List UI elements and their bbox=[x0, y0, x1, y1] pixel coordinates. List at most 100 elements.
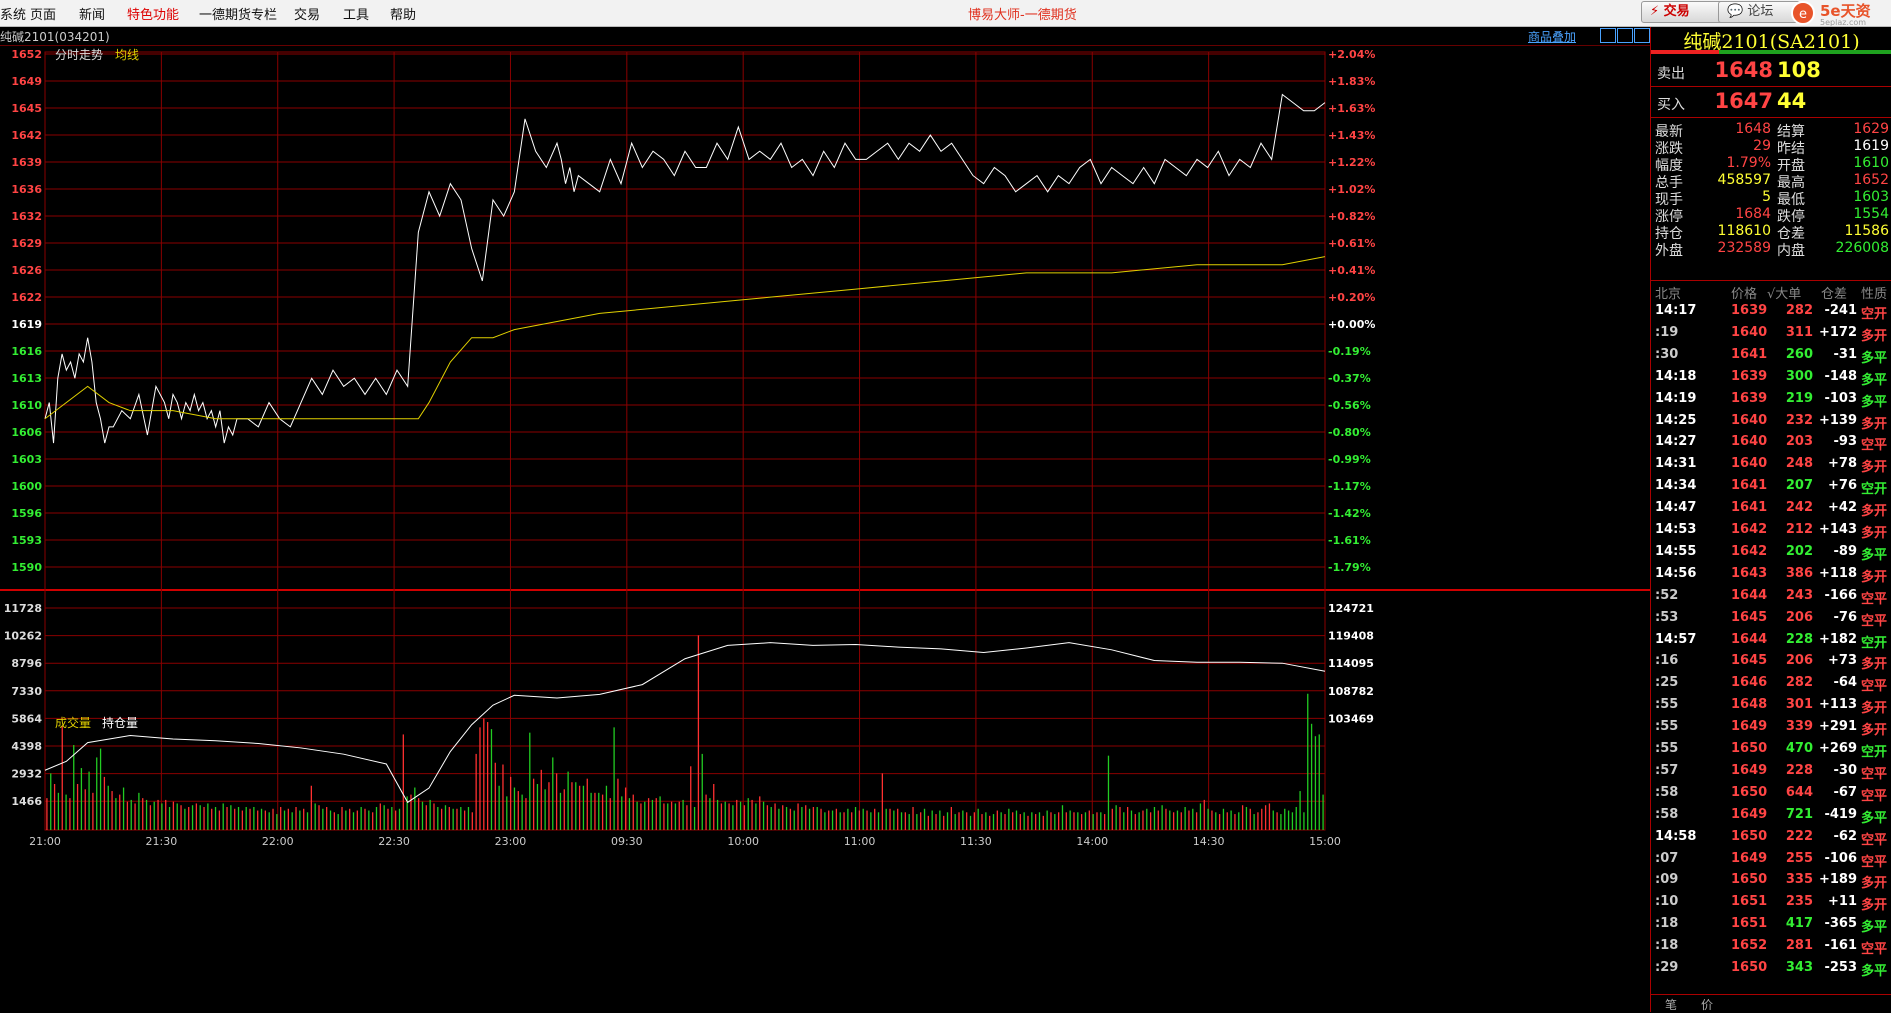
tick-oi-change: +76 bbox=[1828, 478, 1857, 494]
tick-oi-change: +172 bbox=[1818, 324, 1857, 340]
tab-price[interactable]: 价 bbox=[1701, 996, 1713, 1013]
menu-yide-column[interactable]: 一德期货专栏 bbox=[199, 4, 277, 23]
tick-oi-change: -89 bbox=[1833, 543, 1858, 559]
tick-volume: 417 bbox=[1785, 916, 1813, 932]
tick-row[interactable]: 14:25 1640 232 +139 多开 bbox=[1651, 411, 1891, 433]
tick-row[interactable]: :09 1650 335 +189 多开 bbox=[1651, 870, 1891, 892]
col-big-order[interactable]: √大单 bbox=[1767, 283, 1801, 302]
tick-row[interactable]: :30 1641 260 -31 多平 bbox=[1651, 345, 1891, 367]
tick-oi-change: -241 bbox=[1824, 303, 1857, 318]
trade-button[interactable]: ⚡ 交易 bbox=[1641, 1, 1725, 23]
tick-time: :55 bbox=[1655, 741, 1679, 756]
menu-features[interactable]: 特色功能 bbox=[127, 4, 179, 23]
tick-row[interactable]: 14:31 1640 248 +78 多开 bbox=[1651, 454, 1891, 476]
stat-row: 外盘 232589 内盘 226008 bbox=[1655, 240, 1891, 259]
tick-row[interactable]: :19 1640 311 +172 多开 bbox=[1651, 323, 1891, 345]
avg-line-tab[interactable]: 均线 bbox=[115, 48, 139, 62]
tick-row[interactable]: 14:56 1643 386 +118 多开 bbox=[1651, 564, 1891, 586]
tick-row[interactable]: 14:18 1639 300 -148 多平 bbox=[1651, 367, 1891, 389]
tick-row[interactable]: :53 1645 206 -76 空平 bbox=[1651, 608, 1891, 630]
menu-tools[interactable]: 工具 bbox=[343, 4, 369, 23]
tick-nature: 空平 bbox=[1861, 766, 1888, 782]
restore-window-icon[interactable] bbox=[1600, 28, 1616, 43]
tick-price: 1643 bbox=[1731, 565, 1768, 581]
pct-tick-label: +1.43% bbox=[1328, 129, 1375, 142]
volume-tick-label: 2932 bbox=[11, 768, 42, 781]
forum-button[interactable]: 💬 论坛 bbox=[1718, 1, 1800, 23]
tick-price: 1642 bbox=[1731, 522, 1768, 537]
volume-tick-label: 11728 bbox=[4, 602, 42, 615]
tab-ticks[interactable]: 笔 bbox=[1665, 996, 1677, 1013]
stat-value: 5 bbox=[1762, 189, 1771, 205]
tick-nature: 多平 bbox=[1861, 964, 1888, 979]
tick-row[interactable]: 14:55 1642 202 -89 多平 bbox=[1651, 542, 1891, 564]
tick-row[interactable]: :55 1649 339 +291 多开 bbox=[1651, 717, 1891, 739]
tick-row[interactable]: :58 1650 644 -67 空平 bbox=[1651, 783, 1891, 805]
tick-row[interactable]: :25 1646 282 -64 空平 bbox=[1651, 673, 1891, 695]
stat-label: 外盘 bbox=[1655, 243, 1683, 259]
tick-row[interactable]: 14:57 1644 228 +182 空开 bbox=[1651, 630, 1891, 652]
tick-price: 1650 bbox=[1731, 960, 1768, 975]
tick-oi-change: -161 bbox=[1824, 938, 1857, 954]
chart-toolbar bbox=[0, 27, 1650, 46]
bid-volume: 44 bbox=[1777, 89, 1807, 113]
open-interest-tab[interactable]: 持仓量 bbox=[102, 715, 138, 730]
price-chart-tab[interactable]: 分时走势 bbox=[55, 48, 103, 62]
menu-system[interactable]: 系统 bbox=[0, 4, 26, 23]
menu-trade[interactable]: 交易 bbox=[294, 4, 320, 23]
tick-row[interactable]: 14:34 1641 207 +76 空开 bbox=[1651, 476, 1891, 498]
tick-row[interactable]: 14:53 1642 212 +143 多开 bbox=[1651, 520, 1891, 542]
tick-price: 1645 bbox=[1731, 653, 1768, 669]
overlay-commodity-link[interactable]: 商品叠加 bbox=[1528, 28, 1576, 45]
tick-time: :16 bbox=[1655, 653, 1679, 669]
tick-row[interactable]: :55 1648 301 +113 多开 bbox=[1651, 695, 1891, 717]
tick-row[interactable]: :55 1650 470 +269 空开 bbox=[1651, 739, 1891, 761]
volume-tab[interactable]: 成交量 bbox=[55, 715, 91, 730]
tick-row[interactable]: :29 1650 343 -253 多平 bbox=[1651, 958, 1891, 980]
time-tick-label: 22:30 bbox=[378, 835, 410, 848]
tick-volume: 343 bbox=[1785, 960, 1813, 975]
price-tick-label: 1622 bbox=[11, 291, 42, 304]
tick-row[interactable]: :58 1649 721 -419 多平 bbox=[1651, 805, 1891, 827]
tick-row[interactable]: :16 1645 206 +73 多开 bbox=[1651, 651, 1891, 673]
intraday-chart[interactable]: 1652 +2.04% 1649 +1.83% 1645 +1.63% 1642 +1.43%… bbox=[0, 45, 1650, 1012]
tick-time: :29 bbox=[1655, 960, 1679, 975]
tick-nature: 多开 bbox=[1861, 898, 1888, 914]
tick-oi-change: -103 bbox=[1824, 390, 1857, 406]
volume-tick-label: 1466 bbox=[11, 795, 42, 808]
volume-tick-label: 4398 bbox=[11, 740, 42, 753]
tick-row[interactable]: 14:27 1640 203 -93 空平 bbox=[1651, 432, 1891, 454]
price-tick-label: 1639 bbox=[11, 156, 42, 169]
tick-time: :55 bbox=[1655, 697, 1679, 713]
tick-row[interactable]: :18 1651 417 -365 多平 bbox=[1651, 914, 1891, 936]
tick-row[interactable]: :07 1649 255 -106 空平 bbox=[1651, 849, 1891, 871]
logo-subtext: 5eplaz.com bbox=[1820, 18, 1866, 26]
tick-row[interactable]: :10 1651 235 +11 多开 bbox=[1651, 892, 1891, 914]
price-tick-label: 1600 bbox=[11, 480, 42, 493]
volume-tick-label: 10262 bbox=[4, 630, 42, 643]
menu-news[interactable]: 新闻 bbox=[79, 4, 105, 23]
close-window-icon[interactable] bbox=[1634, 28, 1650, 43]
average-line bbox=[44, 256, 1326, 420]
tick-time: :58 bbox=[1655, 806, 1679, 822]
contract-code: 纯碱2101(034201) bbox=[0, 30, 110, 44]
tick-row[interactable]: :18 1652 281 -161 空平 bbox=[1651, 936, 1891, 958]
tick-row[interactable]: 14:47 1641 242 +42 多开 bbox=[1651, 498, 1891, 520]
tick-price: 1651 bbox=[1731, 894, 1768, 910]
tick-row[interactable]: 14:58 1650 222 -62 空平 bbox=[1651, 827, 1891, 849]
tick-row[interactable]: 14:19 1639 219 -103 多平 bbox=[1651, 389, 1891, 411]
price-tick-label: 1629 bbox=[11, 237, 42, 250]
tick-row[interactable]: :52 1644 243 -166 空平 bbox=[1651, 586, 1891, 608]
tick-price: 1644 bbox=[1731, 587, 1768, 603]
tick-row[interactable]: :57 1649 228 -30 空平 bbox=[1651, 761, 1891, 783]
tick-row[interactable]: 14:17 1639 282 -241 空开 bbox=[1651, 301, 1891, 323]
tick-time: :52 bbox=[1655, 587, 1679, 603]
volume-tick-label: 5864 bbox=[11, 712, 42, 725]
menu-help[interactable]: 帮助 bbox=[390, 4, 416, 23]
panel-tabs: 笔 价 bbox=[1651, 994, 1891, 1013]
tile-window-icon[interactable] bbox=[1617, 28, 1633, 43]
menu-page[interactable]: 页面 bbox=[30, 4, 56, 23]
tick-time: 14:57 bbox=[1655, 631, 1697, 647]
tick-volume: 248 bbox=[1785, 456, 1813, 472]
tick-price: 1645 bbox=[1731, 609, 1768, 625]
